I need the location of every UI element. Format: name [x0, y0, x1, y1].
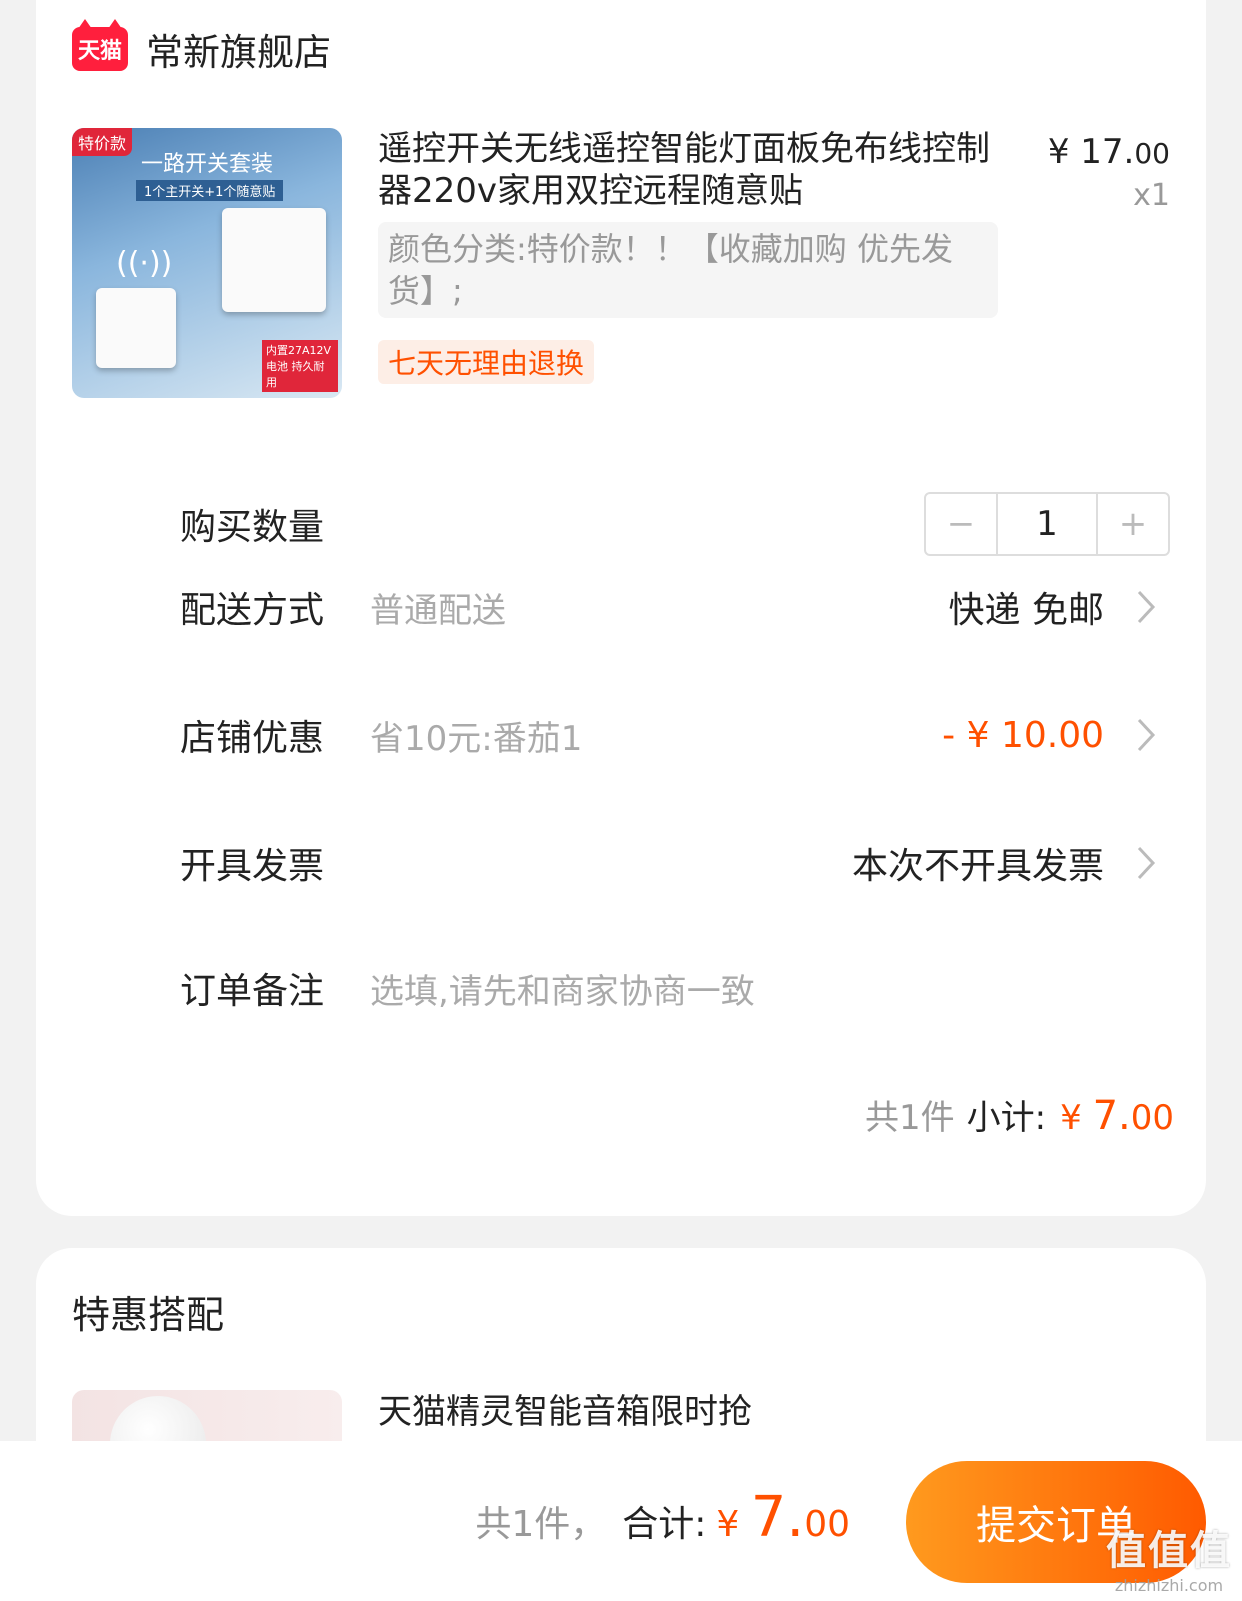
subtotal-price: ¥ 7.00: [1060, 1093, 1174, 1139]
subtotal-main: 7.: [1092, 1093, 1131, 1139]
quantity-stepper: − 1 +: [924, 492, 1170, 556]
order-total: 共1件， 合计: ¥ 7.00: [475, 1485, 850, 1550]
discount-value: - ¥ 10.00: [942, 714, 1104, 756]
price-cents: 00: [1134, 137, 1170, 170]
shop-header[interactable]: 天猫 常新旗舰店: [72, 19, 331, 76]
discount-hint: 省10元:番茄1: [370, 718, 583, 759]
total-price: ¥ 7.00: [716, 1485, 850, 1550]
decrement-button[interactable]: −: [926, 494, 996, 554]
combo-item-name[interactable]: 天猫精灵智能音箱限时抢: [378, 1384, 752, 1433]
switch-image: [222, 208, 326, 312]
chevron-right-icon: [1122, 839, 1170, 887]
note-label: 订单备注: [180, 971, 325, 1012]
subtotal-cents: 00: [1130, 1098, 1174, 1138]
wifi-icon: ((·)): [116, 246, 173, 281]
watermark-text: 值值值: [1106, 1528, 1232, 1574]
subtotal-count: 共1件: [865, 1098, 955, 1138]
delivery-label: 配送方式: [180, 590, 325, 631]
total-currency: ¥: [716, 1504, 751, 1545]
remote-switch-image: [96, 288, 176, 368]
note-input[interactable]: 选填,请先和商家协商一致: [370, 964, 755, 1013]
quantity-row: 购买数量 − 1 +: [180, 492, 1170, 556]
thumb-title: 一路开关套装: [140, 152, 273, 177]
return-policy-tag: 七天无理由退换: [378, 340, 595, 384]
subtotal: 共1件 小计: ¥ 7.00: [865, 1090, 1174, 1139]
tmall-logo-icon: 天猫: [72, 19, 128, 71]
quantity-input[interactable]: 1: [996, 494, 1098, 554]
thumb-subtitle: 1个主开关+1个随意贴: [136, 180, 284, 201]
quantity-label: 购买数量: [180, 507, 325, 548]
note-row: 订单备注 选填,请先和商家协商一致: [180, 958, 1170, 1018]
chevron-right-icon: [1122, 583, 1170, 631]
subtotal-currency: ¥: [1060, 1098, 1093, 1138]
discount-row[interactable]: 店铺优惠 省10元:番茄1 - ¥ 10.00: [180, 705, 1170, 765]
product-title[interactable]: 遥控开关无线遥控智能灯面板免布线控制器220v家用双控远程随意贴: [378, 128, 1008, 212]
delivery-row[interactable]: 配送方式 普通配送 快递 免邮: [180, 577, 1170, 637]
chevron-right-icon: [1122, 711, 1170, 759]
discount-label: 店铺优惠: [180, 718, 325, 759]
thumb-battery-label: 内置27A12V电池 持久耐用: [262, 340, 338, 392]
watermark: 值值值 zhizhizhi.com: [1106, 1518, 1232, 1595]
product-image[interactable]: 特价款 一路开关套装 1个主开关+1个随意贴 ((·)) 内置27A12V电池 …: [72, 128, 342, 398]
total-count: 共1件，: [475, 1504, 607, 1545]
shop-name: 常新旗舰店: [146, 31, 331, 74]
total-main: 7.: [750, 1485, 805, 1550]
delivery-value: 快递 免邮: [948, 590, 1104, 631]
increment-button[interactable]: +: [1098, 494, 1168, 554]
sku-info[interactable]: 颜色分类:特价款！！【收藏加购 优先发货】;: [378, 222, 998, 318]
tmall-badge-text: 天猫: [77, 39, 122, 64]
delivery-hint: 普通配送: [370, 590, 506, 631]
invoice-value: 本次不开具发票: [851, 846, 1104, 887]
subtotal-label: 小计:: [966, 1098, 1047, 1138]
combo-title: 特惠搭配: [72, 1293, 225, 1337]
product-price: ¥ 17.00: [1048, 132, 1170, 172]
price-main: ¥ 17.: [1047, 132, 1135, 172]
checkout-bar: 共1件， 合计: ¥ 7.00 提交订单 值值值 zhizhizhi.com: [0, 1441, 1242, 1601]
watermark-url: zhizhizhi.com: [1114, 1576, 1224, 1595]
order-card: 天猫 常新旗舰店 特价款 一路开关套装 1个主开关+1个随意贴 ((·)) 内置…: [36, 0, 1206, 1216]
invoice-label: 开具发票: [180, 846, 325, 887]
total-label: 合计:: [622, 1504, 707, 1545]
product-quantity: x1: [1133, 178, 1170, 213]
invoice-row[interactable]: 开具发票 本次不开具发票: [180, 833, 1170, 893]
total-cents: 00: [804, 1504, 850, 1545]
